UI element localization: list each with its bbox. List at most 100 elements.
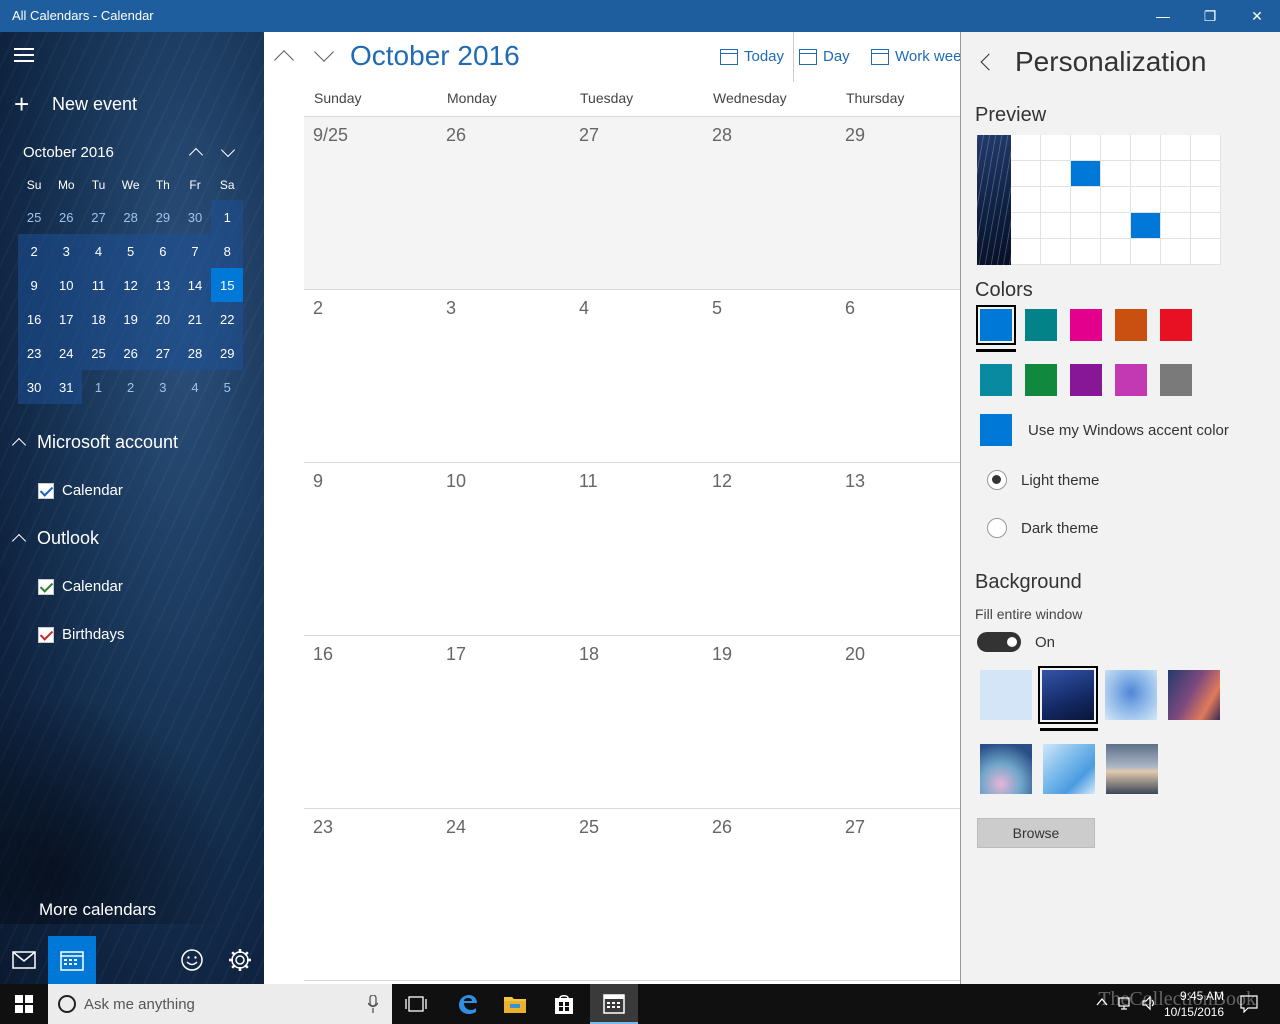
mini-calendar-day[interactable]: 3 <box>50 234 83 268</box>
account-header-microsoft[interactable]: Microsoft account <box>11 432 178 453</box>
color-swatch[interactable] <box>1160 309 1192 341</box>
mini-calendar-day[interactable]: 4 <box>179 370 211 404</box>
day-view-button[interactable]: Day <box>799 48 850 65</box>
accent-color-swatch[interactable] <box>980 414 1012 446</box>
cortana-search-box[interactable]: Ask me anything <box>48 984 392 1024</box>
day-cell[interactable]: 29 <box>845 125 865 146</box>
color-swatch[interactable] <box>1115 364 1147 396</box>
color-swatch[interactable] <box>980 364 1012 396</box>
day-cell[interactable]: 4 <box>579 298 589 319</box>
color-swatch[interactable] <box>1070 309 1102 341</box>
mini-calendar-day[interactable]: 23 <box>18 336 51 370</box>
day-cell[interactable]: 5 <box>712 298 722 319</box>
calendar-item-outlook-calendar[interactable]: Calendar <box>38 578 123 595</box>
color-swatch[interactable] <box>1070 364 1102 396</box>
feedback-button[interactable] <box>168 936 216 984</box>
mini-calendar-title[interactable]: October 2016 <box>23 144 114 161</box>
mini-calendar-day[interactable]: 28 <box>115 200 147 234</box>
day-cell[interactable]: 18 <box>579 644 599 665</box>
mini-calendar-day[interactable]: 31 <box>50 370 83 404</box>
mini-calendar-day[interactable]: 17 <box>50 302 83 336</box>
mini-calendar-day[interactable]: 28 <box>178 336 212 370</box>
mini-calendar-day[interactable]: 8 <box>211 234 244 268</box>
mini-calendar-day[interactable]: 1 <box>82 370 114 404</box>
mini-calendar-day[interactable]: 3 <box>147 370 179 404</box>
mini-calendar-day[interactable]: 10 <box>50 268 83 302</box>
calendar-app-button[interactable] <box>590 984 638 1024</box>
checkbox-checked-icon[interactable] <box>38 482 54 499</box>
mini-calendar-day[interactable]: 25 <box>82 336 115 370</box>
day-cell[interactable]: 10 <box>446 471 466 492</box>
chevron-up-tray-icon[interactable] <box>1096 996 1108 1008</box>
settings-button[interactable] <box>216 936 264 984</box>
day-cell[interactable]: 2 <box>313 298 323 319</box>
background-thumbnail-landscape[interactable] <box>1106 744 1158 794</box>
day-cell[interactable]: 26 <box>446 125 466 146</box>
work-week-view-button[interactable]: Work week <box>871 48 960 65</box>
day-cell[interactable]: 23 <box>313 817 333 838</box>
day-cell[interactable]: 20 <box>845 644 865 665</box>
day-cell[interactable]: 9 <box>313 471 323 492</box>
next-month-button[interactable] <box>312 42 336 68</box>
month-title[interactable]: October 2016 <box>350 40 520 72</box>
mini-calendar-prev-button[interactable] <box>184 140 208 164</box>
checkbox-checked-icon[interactable] <box>38 626 54 643</box>
day-cell[interactable]: 9/25 <box>313 125 348 146</box>
volume-icon[interactable] <box>1142 995 1158 1011</box>
day-cell[interactable]: 27 <box>579 125 599 146</box>
start-button[interactable] <box>0 984 48 1024</box>
mini-calendar-day[interactable]: 25 <box>18 200 50 234</box>
background-thumbnail-canyon[interactable] <box>1168 670 1220 720</box>
background-thumbnail-abstract[interactable] <box>980 744 1032 794</box>
radio-selected-icon[interactable] <box>987 470 1007 490</box>
day-cell[interactable]: 16 <box>313 644 333 665</box>
mini-calendar-day[interactable]: 1 <box>211 200 244 234</box>
previous-month-button[interactable] <box>272 44 296 70</box>
day-cell[interactable]: 28 <box>712 125 732 146</box>
mini-calendar-day[interactable]: 9 <box>18 268 51 302</box>
mail-button[interactable] <box>0 936 48 984</box>
browse-button[interactable]: Browse <box>977 818 1095 848</box>
mini-calendar-day[interactable]: 18 <box>82 302 115 336</box>
color-swatch[interactable] <box>1115 309 1147 341</box>
restore-button[interactable]: ❐ <box>1187 0 1233 32</box>
microphone-icon[interactable] <box>368 995 378 1013</box>
new-event-button[interactable]: + New event <box>14 91 137 117</box>
day-cell[interactable]: 6 <box>845 298 855 319</box>
calendar-button[interactable] <box>48 936 96 984</box>
color-swatch[interactable] <box>1025 364 1057 396</box>
mini-calendar-day[interactable]: 13 <box>146 268 179 302</box>
mini-calendar-today[interactable]: 15 <box>211 268 244 302</box>
mini-calendar-day[interactable]: 16 <box>18 302 51 336</box>
mini-calendar-day[interactable]: 27 <box>146 336 179 370</box>
calendar-item-microsoft-calendar[interactable]: Calendar <box>38 482 123 499</box>
color-swatch[interactable] <box>1160 364 1192 396</box>
minimize-button[interactable]: — <box>1140 0 1186 32</box>
mini-calendar-day[interactable]: 20 <box>146 302 179 336</box>
store-button[interactable] <box>540 984 588 1024</box>
account-header-outlook[interactable]: Outlook <box>11 528 99 549</box>
mini-calendar-day[interactable]: 5 <box>114 234 147 268</box>
mini-calendar-day[interactable]: 14 <box>178 268 212 302</box>
mini-calendar-day[interactable]: 2 <box>115 370 147 404</box>
mini-calendar-day[interactable]: 2 <box>18 234 51 268</box>
background-thumbnail-tree[interactable] <box>1105 670 1157 720</box>
mini-calendar-day[interactable]: 5 <box>211 370 243 404</box>
network-icon[interactable] <box>1118 995 1134 1011</box>
file-explorer-button[interactable] <box>491 984 539 1024</box>
mini-calendar-day[interactable]: 26 <box>114 336 147 370</box>
day-cell[interactable]: 27 <box>845 817 865 838</box>
toggle-switch-on-icon[interactable] <box>977 632 1021 652</box>
mini-calendar-day[interactable]: 30 <box>18 370 51 404</box>
light-theme-option[interactable]: Light theme <box>987 470 1099 490</box>
day-cell[interactable]: 3 <box>446 298 456 319</box>
background-thumbnail-geometric[interactable] <box>1043 744 1095 794</box>
day-cell[interactable]: 11 <box>579 471 598 492</box>
mini-calendar-day[interactable]: 19 <box>114 302 147 336</box>
mini-calendar-day[interactable]: 6 <box>146 234 179 268</box>
color-swatch-selected[interactable] <box>976 305 1016 345</box>
calendar-item-outlook-birthdays[interactable]: Birthdays <box>38 626 125 643</box>
background-thumbnail-plain[interactable] <box>980 670 1032 720</box>
mini-calendar-day[interactable]: 21 <box>178 302 212 336</box>
background-thumbnail-star-trails-selected[interactable] <box>1038 666 1098 724</box>
